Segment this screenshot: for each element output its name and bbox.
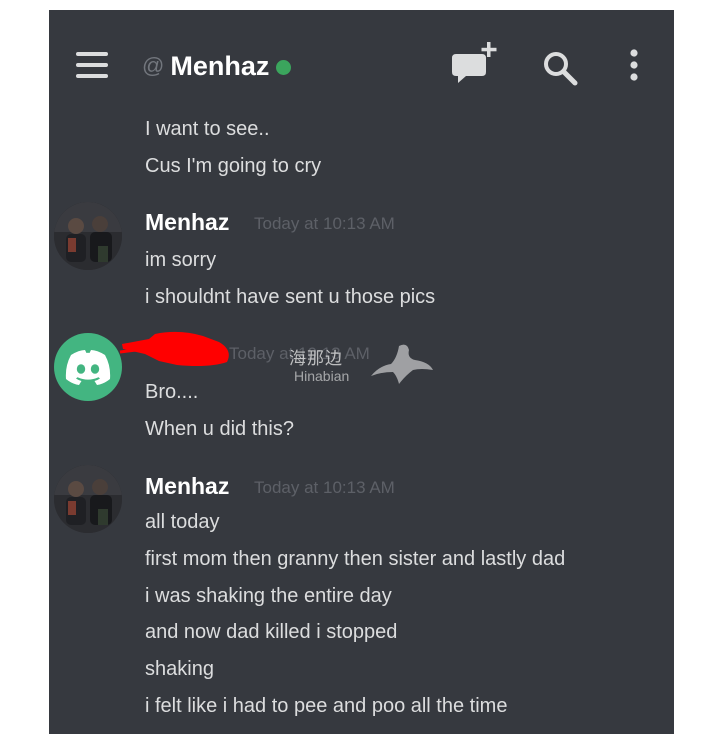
message-line: i felt like i had to pee and poo all the… [145,695,508,717]
watermark-latin: Hinabian [294,368,350,384]
message-line: all today [145,511,220,533]
online-status-icon [276,60,292,75]
message-line: i was shaking the entire day [145,585,392,607]
channel-name: Menhaz [170,50,270,81]
channel-header: @ Menhaz [49,10,674,122]
discord-logo-icon [65,350,111,385]
message-timestamp: Today at 10:13 AM [254,478,395,497]
avatar[interactable] [54,202,122,270]
at-symbol: @ [142,53,165,78]
channel-title: @ Menhaz [142,48,292,84]
message-line: Bro.... [145,381,199,403]
message-line: im sorry [145,249,217,271]
menu-icon[interactable] [76,52,108,78]
message-line: I want to see.. [145,118,270,140]
message-line: and now dad killed i stopped [145,621,398,643]
redaction-mark [119,331,229,366]
avatar[interactable] [54,465,122,533]
message-line: Cus I'm going to cry [145,155,322,177]
new-chat-icon[interactable] [452,42,498,88]
message-line: When u did this? [145,418,294,440]
more-options-icon[interactable] [624,48,644,84]
dm-screen: @ Menhaz I want to see.. Cus I'm going t… [49,10,674,734]
message-line: shaking [145,658,214,680]
message-author[interactable]: Menhaz [145,472,229,500]
message-author[interactable]: Menhaz [145,208,229,236]
message-line: first mom then granny then sister and la… [145,548,566,570]
message-timestamp: Today at 10:13 AM [254,214,395,233]
avatar[interactable] [54,333,122,401]
message-timestamp: Today at 10:13 AM [229,344,370,363]
message-line: i shouldnt have sent u those pics [145,286,436,308]
bird-logo-icon [371,344,433,384]
search-icon[interactable] [542,50,578,86]
